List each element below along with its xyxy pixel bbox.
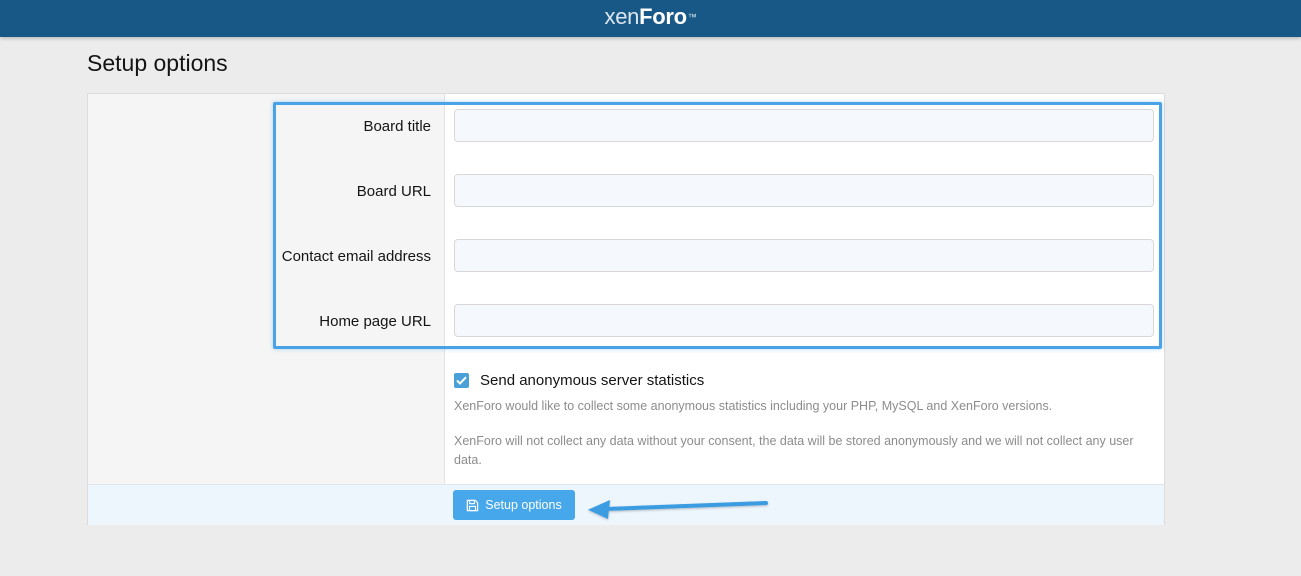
xenforo-logo[interactable]: xenForo™ (605, 4, 697, 30)
stats-checkbox-label: Send anonymous server statistics (480, 372, 705, 389)
board-url-label: Board URL (356, 183, 431, 200)
stats-hint-2: XenForo will not collect any data withou… (454, 434, 1134, 467)
contact-email-label: Contact email address (281, 248, 431, 265)
stats-checkbox[interactable] (454, 373, 469, 388)
home-page-url-label: Home page URL (319, 313, 431, 330)
label-column (88, 94, 445, 484)
checkmark-icon (456, 376, 467, 385)
stats-hint-1: XenForo would like to collect some anony… (454, 399, 1053, 413)
board-url-input[interactable] (454, 174, 1154, 207)
contact-email-input[interactable] (454, 239, 1154, 272)
home-page-url-input[interactable] (454, 304, 1154, 337)
logo-trademark: ™ (687, 12, 697, 22)
save-icon (467, 499, 479, 511)
page-title: Setup options (87, 50, 228, 76)
header-bar: xenForo™ (0, 0, 1301, 37)
setup-options-button[interactable]: Setup options (453, 490, 575, 520)
setup-options-button-label: Setup options (485, 498, 562, 512)
board-title-label: Board title (363, 118, 431, 135)
annotation-arrow-icon (588, 500, 768, 519)
setup-form: Board title Board URL Contact email addr… (87, 93, 1165, 525)
board-title-input[interactable] (454, 109, 1154, 142)
logo-text-xen: xen (604, 4, 640, 29)
logo-text-foro: Foro (639, 4, 687, 29)
stats-checkbox-row[interactable]: Send anonymous server statistics (454, 372, 704, 389)
